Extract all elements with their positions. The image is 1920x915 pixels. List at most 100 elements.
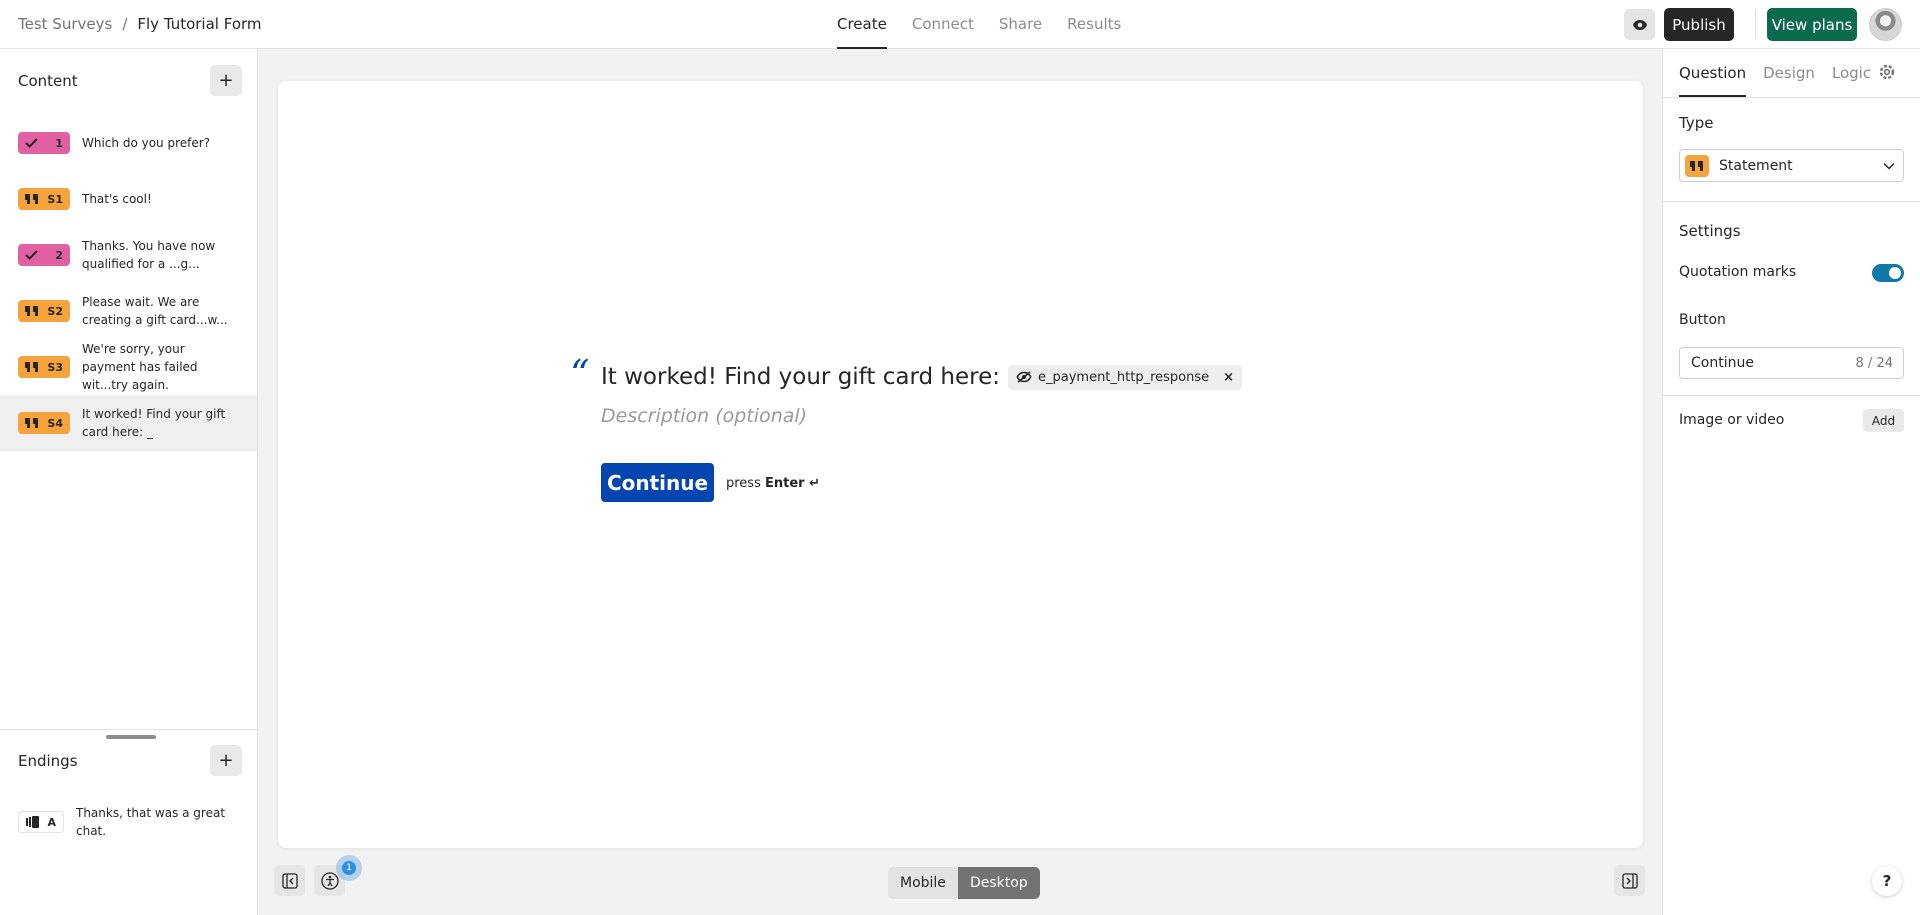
view-plans-button[interactable]: View plans [1767, 8, 1857, 41]
question-text: Which do you prefer? [82, 136, 211, 150]
question-text: That's cool! [82, 192, 152, 206]
quote-icon [25, 194, 38, 204]
quote-icon [25, 362, 38, 372]
button-text-input[interactable] [1691, 355, 1856, 371]
avatar[interactable] [1869, 8, 1902, 41]
top-bar: Test Surveys / Fly Tutorial Form Create … [0, 0, 1920, 49]
tab-share[interactable]: Share [999, 0, 1042, 49]
resize-handle[interactable] [106, 735, 156, 739]
badge-letter: A [47, 815, 56, 829]
image-video-label: Image or video [1679, 412, 1785, 428]
list-item-q1[interactable]: 1 Which do you prefer? [0, 115, 257, 171]
panel-left-icon [281, 872, 298, 889]
tabs-divider [1663, 97, 1920, 98]
type-label: Type [1679, 114, 1714, 132]
question-badge: S4 [18, 412, 70, 434]
statement-title[interactable]: It worked! Find your gift card here: e_p… [601, 364, 1243, 390]
ending-text: Thanks, that was a great chat. [76, 806, 226, 838]
quotation-mark: “ [570, 352, 590, 396]
form-canvas [278, 81, 1643, 848]
collapse-left-panel-button[interactable] [274, 865, 305, 896]
button-divider [1663, 395, 1920, 396]
list-item-s1[interactable]: S1 That's cool! [0, 171, 257, 227]
help-button[interactable]: ? [1872, 866, 1902, 896]
list-item-s3[interactable]: S3 We're sorry, your payment has failed … [0, 339, 257, 395]
chevron-down-icon [1883, 162, 1895, 170]
enter-key-text: Enter ↵ [765, 476, 820, 491]
statement-type-badge [1685, 154, 1709, 177]
tab-connect[interactable]: Connect [912, 0, 974, 49]
tab-logic[interactable]: Logic [1832, 49, 1871, 97]
publish-button[interactable]: Publish [1664, 8, 1734, 41]
settings-gear-button[interactable] [1878, 63, 1896, 85]
question-badge: S1 [18, 188, 70, 210]
tab-create[interactable]: Create [837, 0, 887, 49]
quotation-marks-toggle[interactable] [1872, 264, 1904, 282]
list-item-ending-a[interactable]: A Thanks, that was a great chat. [0, 794, 257, 850]
device-toggle: Mobile Desktop [888, 867, 1040, 899]
breadcrumb: Test Surveys / Fly Tutorial Form [18, 15, 262, 33]
add-content-button[interactable]: + [210, 65, 242, 96]
description-input[interactable]: Description (optional) [601, 405, 807, 427]
question-badge: 1 [18, 132, 70, 154]
settings-panel: Question Design Logic Type Statement Set… [1662, 49, 1920, 915]
breadcrumb-root-link[interactable]: Test Surveys [18, 15, 112, 33]
type-select[interactable]: Statement [1679, 149, 1904, 182]
ending-icon [26, 816, 39, 828]
tab-results[interactable]: Results [1067, 0, 1121, 49]
badge-number: 1 [55, 136, 63, 150]
button-label: Button [1679, 312, 1726, 328]
eye-icon [1632, 19, 1647, 30]
preview-button[interactable] [1624, 9, 1655, 40]
question-badge: S3 [18, 356, 70, 378]
character-count: 8 / 24 [1855, 355, 1893, 371]
header-divider [1755, 10, 1756, 39]
quote-icon [25, 418, 38, 428]
gear-icon [1879, 64, 1895, 80]
list-item-s4[interactable]: S4 It worked! Find your gift card here: … [0, 395, 257, 451]
notification-badge[interactable]: 1 [336, 855, 362, 881]
content-heading: Content [18, 72, 78, 90]
continue-button[interactable]: Continue [601, 463, 714, 502]
checkmark-icon [25, 138, 38, 148]
variable-name: e_payment_http_response [1038, 369, 1210, 385]
question-text: It worked! Find your gift card here: _ [82, 407, 226, 439]
badge-number: 2 [55, 248, 63, 262]
badge-number: S2 [47, 304, 63, 318]
list-item-q2[interactable]: 2 Thanks. You have now qualified for a .… [0, 227, 257, 283]
badge-number: S1 [47, 192, 63, 206]
content-panel: Content + 1 Which do you prefer? S1 That… [0, 49, 258, 915]
badge-number: S4 [47, 416, 63, 430]
question-text: Please wait. We are creating a gift card… [82, 295, 228, 327]
checkmark-icon [25, 250, 38, 260]
statement-title-text[interactable]: It worked! Find your gift card here: [601, 364, 1000, 390]
add-ending-button[interactable]: + [210, 745, 242, 776]
eye-off-icon [1016, 371, 1032, 383]
desktop-mode-button[interactable]: Desktop [957, 867, 1040, 899]
add-media-button[interactable]: Add [1863, 409, 1904, 432]
tab-design[interactable]: Design [1763, 49, 1815, 97]
badge-number: S3 [47, 360, 63, 374]
mobile-mode-button[interactable]: Mobile [888, 867, 958, 899]
accessibility-icon [320, 871, 339, 890]
settings-tabs: Question Design Logic [1679, 49, 1871, 97]
breadcrumb-separator: / [122, 15, 128, 33]
variable-chip[interactable]: e_payment_http_response × [1008, 364, 1243, 390]
quotation-marks-label: Quotation marks [1679, 264, 1797, 280]
form-title[interactable]: Fly Tutorial Form [137, 15, 261, 33]
type-select-value: Statement [1719, 157, 1793, 174]
tab-question[interactable]: Question [1679, 49, 1747, 97]
list-item-s2[interactable]: S2 Please wait. We are creating a gift c… [0, 283, 257, 339]
endings-heading: Endings [18, 752, 78, 770]
collapse-right-panel-button[interactable] [1614, 865, 1645, 896]
panel-divider [0, 729, 257, 730]
button-text-field[interactable]: 8 / 24 [1679, 347, 1904, 379]
press-enter-hint: press Enter ↵ [726, 476, 820, 491]
quote-icon [1690, 160, 1703, 171]
question-text: We're sorry, your payment has failed wit… [82, 342, 198, 392]
panel-right-icon [1621, 872, 1638, 889]
type-divider [1663, 201, 1920, 202]
press-text: press [726, 476, 761, 491]
remove-variable-icon[interactable]: × [1223, 370, 1234, 385]
question-badge: S2 [18, 300, 70, 322]
